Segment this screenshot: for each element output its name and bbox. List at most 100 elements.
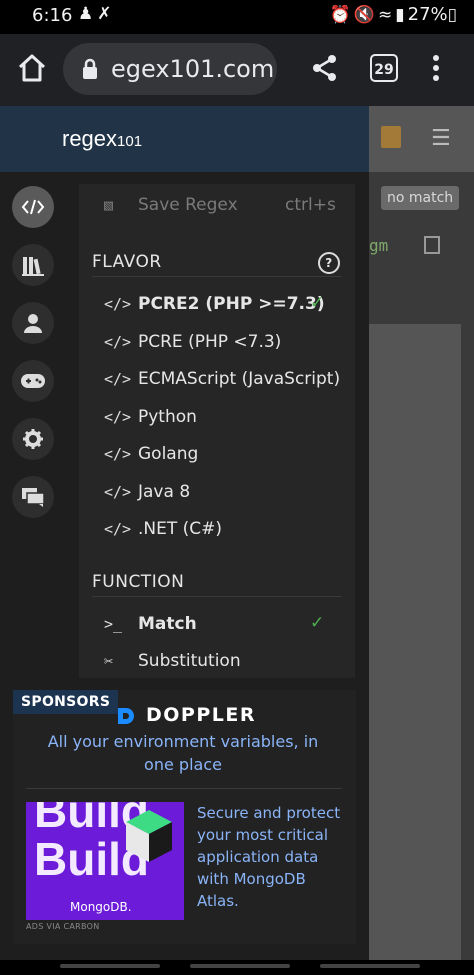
flavor-label: PCRE2 (PHP >=7.3) <box>138 294 325 314</box>
status-bar: 6:16 ♟✗ ⏰🔇≈▮27%▯ <box>0 0 474 34</box>
flavor-heading: FLAVOR ? <box>92 252 342 274</box>
status-time: 6:16 <box>32 5 73 26</box>
drawer-header: regex101 <box>0 106 369 172</box>
doppler-logo-icon <box>118 708 134 724</box>
nav-settings-button[interactable] <box>12 418 54 460</box>
signal-icon: ▮ <box>395 5 408 25</box>
terminal-icon: >_ <box>104 615 123 633</box>
flavor-item-pcre2[interactable]: </> PCRE2 (PHP >=7.3) ✓ <box>79 287 355 323</box>
page-content: ☰ no match gm regex101 ▧ Save Regex ctrl… <box>0 106 474 960</box>
save-shortcut: ctrl+s <box>285 195 336 215</box>
missed-call-icon: ✗ <box>97 4 116 24</box>
function-heading-text: FUNCTION <box>92 572 185 592</box>
code-icon: </> <box>104 333 132 351</box>
sponsor-tagline[interactable]: All your environment variables, in one p… <box>33 730 333 776</box>
function-heading: FUNCTION <box>92 572 342 592</box>
battery-percent: 27% <box>407 4 448 25</box>
function-item-substitution[interactable]: ✂ Substitution <box>79 644 355 680</box>
flavor-item-dotnet[interactable]: </> .NET (C#) <box>79 512 355 548</box>
home-button[interactable] <box>14 50 50 86</box>
ad-text[interactable]: Secure and protect your most critical ap… <box>197 802 347 912</box>
flavor-item-ecmascript[interactable]: </> ECMAScript (JavaScript) <box>79 362 355 398</box>
cube-graphic-icon <box>126 810 172 862</box>
hamburger-icon: ☰ <box>431 126 451 151</box>
check-icon: ✓ <box>310 613 325 633</box>
browser-toolbar: egex101.com 29 <box>0 34 474 106</box>
flavor-label: Golang <box>138 444 199 464</box>
nav-back-handle[interactable] <box>320 964 420 968</box>
test-string-panel <box>369 324 461 960</box>
regex-flags: gm <box>369 236 389 255</box>
code-icon <box>21 199 45 215</box>
flavor-item-pcre[interactable]: </> PCRE (PHP <7.3) <box>79 325 355 361</box>
function-label: Match <box>138 614 197 634</box>
flavor-label: .NET (C#) <box>138 519 223 539</box>
flavor-label: Java 8 <box>138 482 191 502</box>
icon-sidebar <box>0 172 66 672</box>
chat-icon <box>22 488 45 507</box>
alarm-icon: ⏰ <box>329 5 354 25</box>
code-icon: </> <box>104 408 132 426</box>
function-item-match[interactable]: >_ Match ✓ <box>79 607 355 643</box>
scissors-icon: ✂ <box>104 652 114 670</box>
nav-account-button[interactable] <box>12 302 54 344</box>
match-status-badge: no match <box>381 186 460 210</box>
flavor-label: ECMAScript (JavaScript) <box>138 369 341 389</box>
tab-switcher-button[interactable]: 29 <box>370 54 398 82</box>
notification-icons: ♟✗ <box>78 4 116 24</box>
system-nav-bar <box>0 960 474 975</box>
share-icon <box>313 55 336 81</box>
save-icon: ▧ <box>104 196 114 214</box>
user-icon <box>24 314 42 333</box>
lock-icon <box>83 58 97 79</box>
flavor-item-java[interactable]: </> Java 8 <box>79 475 355 511</box>
system-icons: ⏰🔇≈▮27%▯ <box>330 4 460 25</box>
flavor-item-golang[interactable]: </> Golang <box>79 437 355 473</box>
dimmed-header: ☰ <box>369 106 474 172</box>
sponsors-badge: SPONSORS <box>13 690 119 714</box>
code-icon: </> <box>104 483 132 501</box>
nav-chat-button[interactable] <box>12 476 54 518</box>
ad-image[interactable]: Build Build MongoDB. <box>26 802 184 920</box>
more-options-button[interactable] <box>426 52 446 84</box>
sponsor-brand[interactable]: DOPPLER <box>146 704 256 726</box>
address-bar[interactable]: egex101.com <box>63 43 277 95</box>
library-icon <box>381 126 401 148</box>
function-label: Substitution <box>138 651 241 671</box>
nav-quiz-button[interactable] <box>12 360 54 402</box>
code-icon: </> <box>104 445 132 463</box>
settings-menu: ▧ Save Regex ctrl+s FLAVOR ? </> PCRE2 (… <box>79 184 355 678</box>
nav-library-button[interactable] <box>12 244 54 286</box>
flavor-label: Python <box>138 407 197 427</box>
flavor-item-python[interactable]: </> Python <box>79 400 355 436</box>
save-regex-item[interactable]: ▧ Save Regex ctrl+s <box>79 188 355 224</box>
function-divider <box>92 596 342 597</box>
library-books-icon <box>22 257 44 276</box>
mute-icon: 🔇 <box>353 5 379 25</box>
battery-icon: ▯ <box>447 5 460 25</box>
logo-text: regex <box>62 126 118 151</box>
nav-home-handle[interactable] <box>190 964 290 968</box>
dimmed-background[interactable]: ☰ no match gm <box>369 106 474 960</box>
flavor-label: PCRE (PHP <7.3) <box>138 332 282 352</box>
more-vertical-icon <box>433 55 439 81</box>
regex101-logo[interactable]: regex101 <box>62 126 142 152</box>
nav-editor-button[interactable] <box>12 186 54 228</box>
help-icon[interactable]: ? <box>318 252 340 274</box>
url-text: egex101.com <box>111 55 275 83</box>
wifi-icon: ≈ <box>378 5 396 25</box>
gamepad-icon <box>21 374 45 388</box>
ads-via-carbon[interactable]: ADS VIA CARBON <box>26 922 100 931</box>
sponsor-box: SPONSORS DOPPLER All your environment va… <box>13 690 356 944</box>
nav-recents-handle[interactable] <box>60 964 160 968</box>
side-drawer: regex101 ▧ Save Regex ctrl+s FLAVOR ? </… <box>0 106 369 960</box>
sponsor-divider <box>26 788 342 789</box>
save-regex-label: Save Regex <box>138 195 238 215</box>
code-icon: </> <box>104 370 132 388</box>
ad-mongodb-brand: MongoDB. <box>70 900 132 914</box>
flavor-heading-text: FLAVOR <box>92 252 162 272</box>
share-button[interactable] <box>309 52 341 84</box>
flavor-divider <box>92 276 342 277</box>
copy-icon <box>424 236 440 254</box>
code-icon: </> <box>104 295 132 313</box>
